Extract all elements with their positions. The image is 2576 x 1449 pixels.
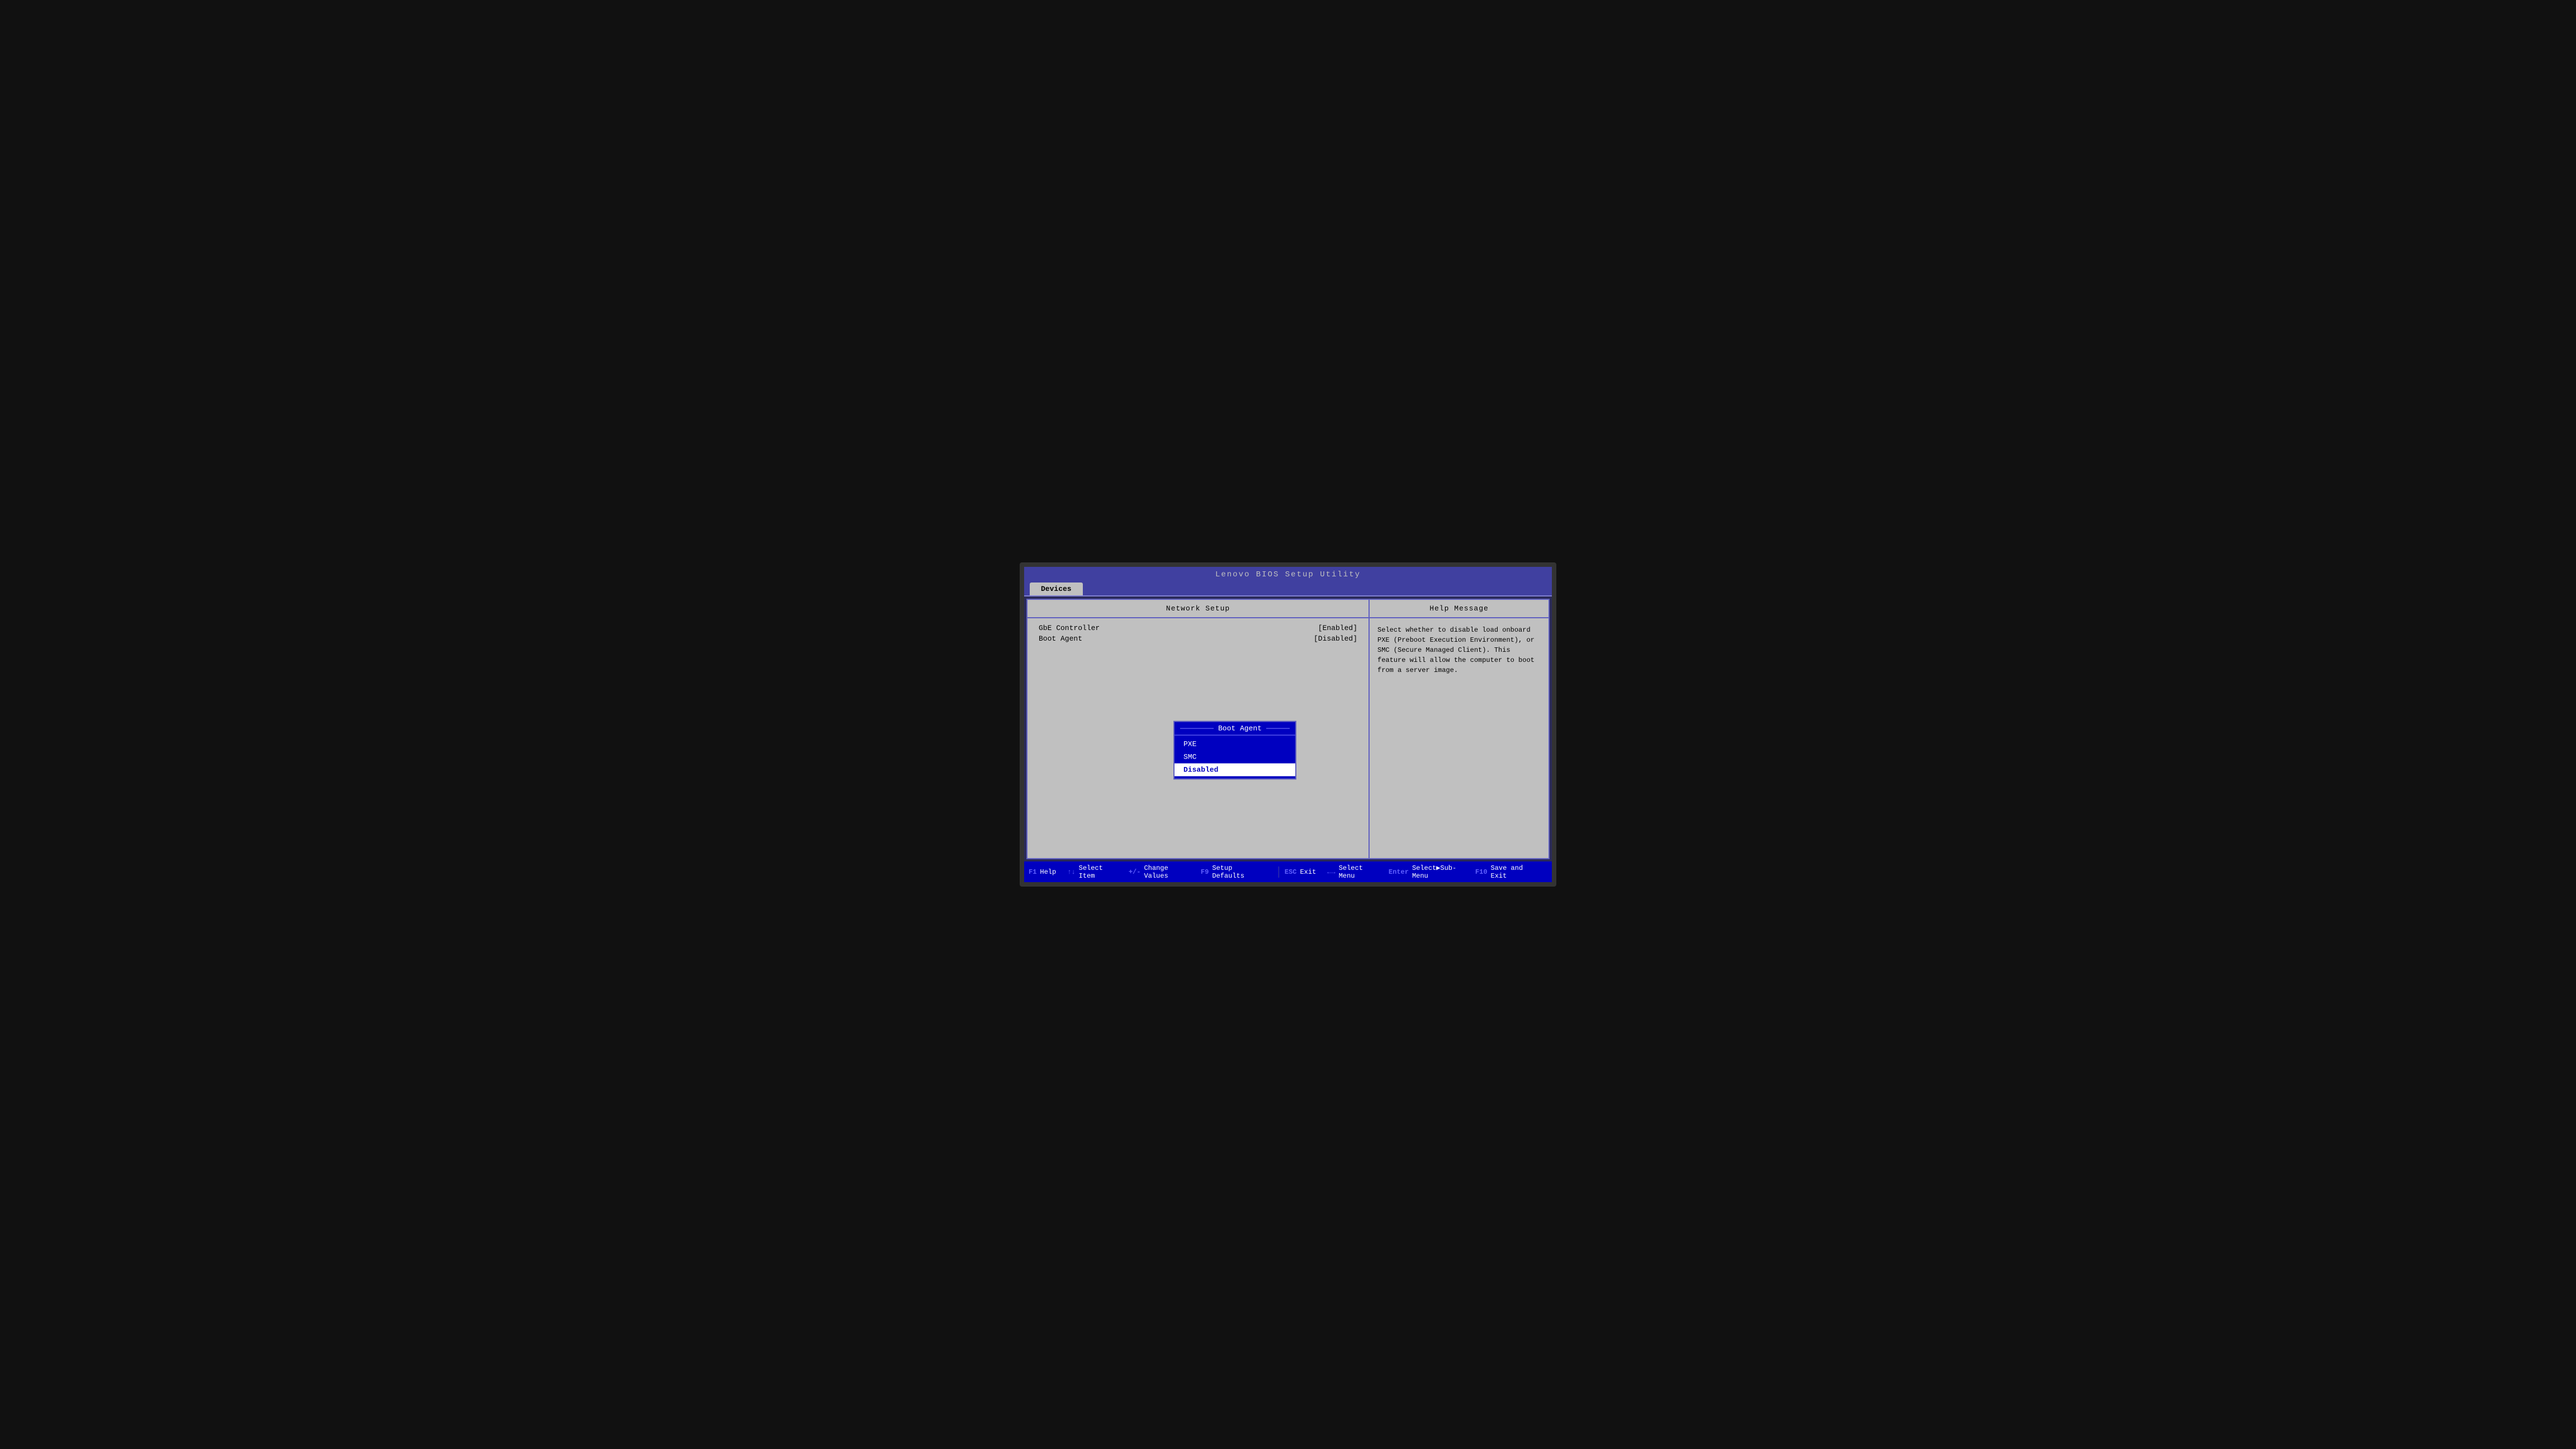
- status-esc: ESC Exit: [1285, 868, 1316, 876]
- status-f1: F1 Help: [1029, 868, 1056, 876]
- key-plusminus: +/-: [1129, 868, 1141, 876]
- label-exit: Exit: [1300, 868, 1316, 876]
- label-save-exit: Save and Exit: [1491, 864, 1536, 880]
- key-f9: F9: [1201, 868, 1209, 876]
- help-message-header: Help Message: [1370, 600, 1549, 618]
- status-plusminus: +/- Change Values: [1129, 864, 1190, 880]
- dropdown-item-smc[interactable]: SMC: [1175, 750, 1295, 763]
- gbe-controller-row: GbE Controller [Enabled]: [1039, 624, 1357, 632]
- status-leftright: ←→ Select Menu: [1327, 864, 1377, 880]
- title-bar: Lenovo BIOS Setup Utility: [1024, 567, 1552, 583]
- main-content: Network Setup GbE Controller [Enabled] B…: [1026, 599, 1550, 859]
- boot-agent-label: Boot Agent: [1039, 634, 1082, 643]
- label-select-item: Select Item: [1079, 864, 1117, 880]
- gbe-controller-value: [Enabled]: [1318, 624, 1357, 632]
- bios-screen: Lenovo BIOS Setup Utility Devices Networ…: [1024, 567, 1552, 882]
- monitor: Lenovo BIOS Setup Utility Devices Networ…: [1020, 562, 1556, 887]
- status-enter: Enter Select▶Sub-Menu: [1389, 864, 1464, 880]
- key-enter: Enter: [1389, 868, 1409, 876]
- label-help: Help: [1040, 868, 1056, 876]
- key-f10: F10: [1475, 868, 1488, 876]
- label-setup-defaults: Setup Defaults: [1212, 864, 1262, 880]
- right-panel: Help Message Select whether to disable l…: [1370, 600, 1549, 858]
- key-arrows: ↑↓: [1067, 868, 1075, 876]
- help-message-content: Select whether to disable load onboard P…: [1370, 618, 1549, 682]
- tab-bar: Devices: [1024, 583, 1552, 596]
- key-esc: ESC: [1285, 868, 1297, 876]
- separator1: [1278, 866, 1279, 878]
- label-submenu: Select▶Sub-Menu: [1412, 864, 1464, 880]
- label-select-menu: Select Menu: [1339, 864, 1377, 880]
- key-f1: F1: [1029, 868, 1036, 876]
- status-f9: F9 Setup Defaults: [1201, 864, 1262, 880]
- dropdown-items: PXE SMC Disabled: [1175, 735, 1295, 778]
- key-leftright: ←→: [1327, 868, 1335, 876]
- boot-agent-dropdown[interactable]: Boot Agent PXE SMC Disabled: [1173, 721, 1296, 779]
- dropdown-title: Boot Agent: [1175, 722, 1295, 735]
- bios-title: Lenovo BIOS Setup Utility: [1215, 570, 1361, 579]
- panel-content: GbE Controller [Enabled] Boot Agent [Dis…: [1027, 618, 1368, 858]
- status-arrows: ↑↓ Select Item: [1067, 864, 1117, 880]
- left-panel: Network Setup GbE Controller [Enabled] B…: [1027, 600, 1370, 858]
- boot-agent-value: [Disabled]: [1314, 634, 1357, 643]
- label-change-values: Change Values: [1144, 864, 1189, 880]
- dropdown-item-disabled[interactable]: Disabled: [1175, 763, 1295, 776]
- dropdown-item-pxe[interactable]: PXE: [1175, 737, 1295, 750]
- devices-tab[interactable]: Devices: [1030, 583, 1083, 595]
- gbe-controller-label: GbE Controller: [1039, 624, 1100, 632]
- status-bar: F1 Help ↑↓ Select Item +/- Change Values…: [1024, 861, 1552, 882]
- boot-agent-row: Boot Agent [Disabled]: [1039, 634, 1357, 643]
- network-setup-header: Network Setup: [1027, 600, 1368, 618]
- status-f10: F10 Save and Exit: [1475, 864, 1536, 880]
